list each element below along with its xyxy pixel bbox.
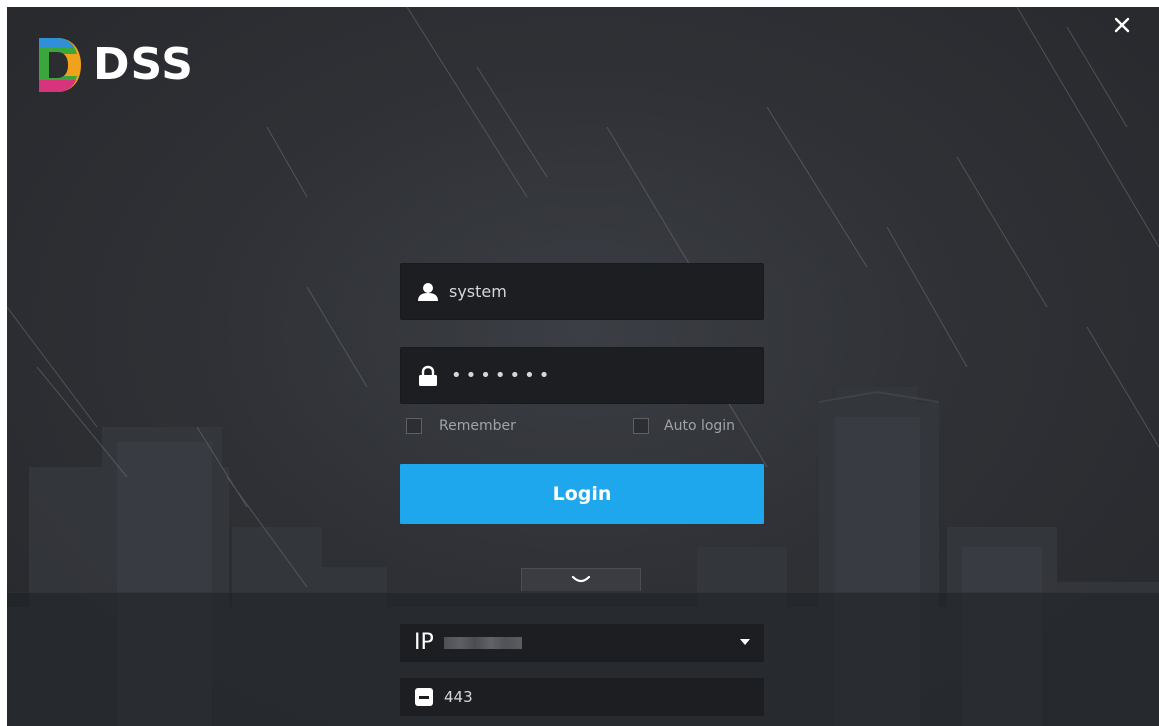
port-field[interactable]: 443 — [400, 678, 764, 716]
username-value: system — [449, 282, 507, 301]
remember-label: Remember — [439, 418, 516, 434]
expand-server-settings-button[interactable] — [521, 568, 641, 591]
ip-select[interactable]: IP — [400, 624, 764, 662]
lock-icon — [419, 365, 437, 386]
dss-logo-icon — [39, 38, 81, 92]
auto-login-checkbox[interactable] — [633, 418, 649, 434]
auto-login-option[interactable]: Auto login — [633, 418, 735, 434]
auto-login-label: Auto login — [664, 418, 736, 434]
user-icon — [418, 282, 438, 301]
ip-label: IP — [414, 630, 434, 655]
remember-checkbox[interactable] — [406, 418, 422, 434]
caret-down-icon — [740, 639, 750, 645]
username-field[interactable]: system — [400, 263, 764, 320]
close-icon — [1114, 17, 1130, 33]
login-window: DSS system ••••••• Remember Auto login L… — [7, 7, 1159, 726]
close-button[interactable] — [1110, 13, 1134, 37]
app-logo-text: DSS — [93, 39, 194, 90]
password-value: ••••••• — [451, 365, 554, 386]
port-icon — [415, 688, 433, 706]
login-button[interactable]: Login — [400, 464, 764, 524]
password-field[interactable]: ••••••• — [400, 347, 764, 404]
chevron-down-icon — [571, 575, 591, 583]
app-logo: DSS — [35, 34, 194, 96]
port-value: 443 — [444, 688, 473, 706]
ip-value-redacted — [443, 637, 522, 649]
remember-option[interactable]: Remember — [406, 418, 516, 434]
